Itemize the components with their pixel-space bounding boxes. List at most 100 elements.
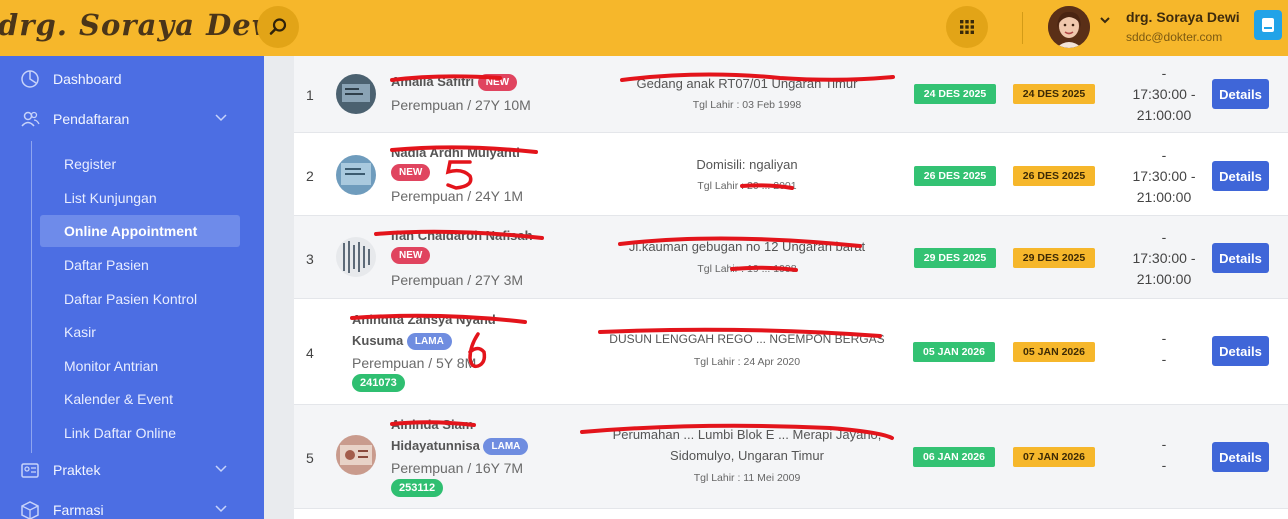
users-icon	[21, 111, 40, 127]
patient-address: Jl.kauman gebugan no 12 Ungaran barat	[628, 239, 866, 254]
apps-grid-icon	[960, 20, 974, 34]
sidebar-sub-monitor-antrian[interactable]: Monitor Antrian	[40, 350, 240, 382]
row-number: 1	[306, 87, 314, 103]
patient-birthdate: Tgl Lahir : 24 Apr 2020	[693, 356, 801, 368]
lama-badge: LAMA	[406, 333, 452, 351]
id-card-icon	[21, 463, 39, 478]
appointment-time: - 17:30:00 - 21:00:00	[1132, 147, 1196, 205]
sidebar-item-praktek[interactable]: Praktek	[0, 452, 264, 488]
row-number: 2	[306, 168, 314, 184]
sidebar-item-label: Farmasi	[53, 502, 104, 518]
patient-address-line2: Sidomulyo, Ungaran Timur	[670, 448, 824, 463]
booking-date-badge: 29 DES 2025	[914, 248, 996, 268]
details-button[interactable]: Details	[1212, 442, 1269, 472]
booking-date-badge: 24 DES 2025	[914, 84, 996, 104]
table-row: 2 Nadia Ardhi Mulyanti NEW Perempuan / 2…	[294, 133, 1288, 216]
medical-record-badge: 241073	[352, 374, 405, 392]
patient-gender-age: Perempuan / 27Y 10M	[391, 97, 531, 113]
patient-address: Gedang anak RT07/01 Ungaran Timur	[636, 76, 858, 91]
sidebar-item-pendaftaran[interactable]: Pendaftaran	[0, 101, 264, 137]
notebook-button[interactable]	[1254, 10, 1282, 40]
submenu-line	[31, 141, 32, 453]
table-row: 1 Amalia Safitri NEW Perempuan / 27Y 10M…	[294, 56, 1288, 133]
patient-address: Domisili: ngaliyan	[696, 157, 798, 172]
appointment-time: - 17:30:00 - 21:00:00	[1132, 65, 1196, 123]
box-icon	[21, 501, 39, 519]
sidebar-sub-kalender-event[interactable]: Kalender & Event	[40, 383, 240, 415]
appointment-date-badge: 29 DES 2025	[1013, 248, 1095, 268]
medical-record-badge: 253112	[391, 479, 444, 497]
sidebar-sub-kasir[interactable]: Kasir	[40, 316, 240, 348]
details-button[interactable]: Details	[1212, 243, 1269, 273]
chevron-down-icon	[215, 465, 227, 473]
brand-title[interactable]: drg. Soraya Dewi	[0, 8, 290, 42]
appointment-date-badge: 07 JAN 2026	[1013, 447, 1095, 467]
appointment-date-badge: 26 DES 2025	[1013, 166, 1095, 186]
search-button[interactable]	[257, 6, 299, 48]
row-number: 3	[306, 251, 314, 267]
row-number: 5	[306, 450, 314, 466]
details-button[interactable]: Details	[1212, 79, 1269, 109]
lama-badge: LAMA	[483, 438, 529, 456]
search-icon	[269, 18, 287, 35]
sidebar-sub-link-daftar-online[interactable]: Link Daftar Online	[40, 417, 240, 449]
avatar[interactable]	[1048, 6, 1090, 48]
booking-date-badge: 26 DES 2025	[914, 166, 996, 186]
appointment-time: - -	[1161, 436, 1167, 473]
chevron-down-icon[interactable]	[1100, 15, 1110, 25]
patient-gender-age: Perempuan / 16Y 7M	[391, 460, 524, 476]
sidebar-sub-daftar-pasien-kontrol[interactable]: Daftar Pasien Kontrol	[40, 283, 240, 315]
patient-name-line2[interactable]: Kusuma LAMA	[352, 333, 452, 351]
user-name[interactable]: drg. Soraya Dewi	[1126, 9, 1240, 25]
patient-birthdate: Tgl Lahir : 19 ... 1998	[697, 263, 797, 275]
booking-date-badge: 05 JAN 2026	[913, 342, 995, 362]
patient-name[interactable]: Aininda Siam	[391, 417, 473, 432]
patient-birthdate: Tgl Lahir : 11 Mei 2009	[693, 472, 801, 484]
patient-name[interactable]: Amalia Safitri NEW	[391, 74, 518, 92]
table-row: 5 Aininda Siam Hidayatunnisa LAMA Peremp…	[294, 405, 1288, 509]
table-row: 3 Ifah Chaldaroh Nafisah NEW Perempuan /…	[294, 216, 1288, 299]
details-button[interactable]: Details	[1212, 336, 1269, 366]
user-email: sddc@dokter.com	[1126, 30, 1223, 44]
sidebar-sub-online-appointment[interactable]: Online Appointment	[40, 215, 240, 247]
patient-name[interactable]: Ifah Chaldaroh Nafisah	[391, 228, 533, 243]
top-bar: drg. Soraya Dewi drg. Soraya Dewi sddc@d…	[0, 0, 1288, 56]
patient-photo[interactable]	[336, 237, 376, 277]
apps-button[interactable]	[946, 6, 988, 48]
sidebar-item-farmasi[interactable]: Farmasi	[0, 492, 264, 519]
patient-photo[interactable]	[336, 74, 376, 114]
row-number: 4	[306, 345, 314, 361]
appointment-time: - 17:30:00 - 21:00:00	[1132, 229, 1196, 287]
patient-address: DUSUN LENGGAH REGO ... NGEMPON BERGAS	[609, 332, 885, 346]
patient-address: Perumahan ... Lumbi Blok E ... Merapi Ja…	[612, 427, 882, 442]
sidebar-item-label: Pendaftaran	[53, 111, 130, 127]
sidebar-sub-list-kunjungan[interactable]: List Kunjungan	[40, 182, 240, 214]
patient-birthdate: Tgl Lahir : 03 Feb 1998	[692, 99, 802, 111]
chevron-down-icon	[215, 114, 227, 122]
chevron-down-icon	[215, 505, 227, 513]
patient-name[interactable]: Anindita Zahsya Nyand	[352, 312, 496, 327]
patient-gender-age: Perempuan / 27Y 3M	[391, 272, 524, 288]
new-badge: NEW	[391, 164, 431, 181]
patient-gender-age: Perempuan / 5Y 8M	[352, 355, 477, 371]
new-badge: NEW	[477, 74, 518, 92]
patient-photo[interactable]	[336, 435, 376, 475]
table-row: 4 Anindita Zahsya Nyand Kusuma LAMA Pere…	[294, 299, 1288, 405]
sidebar-item-label: Praktek	[53, 462, 101, 478]
sidebar-sub-register[interactable]: Register	[40, 148, 240, 180]
appointment-date-badge: 24 DES 2025	[1013, 84, 1095, 104]
appointment-date-badge: 05 JAN 2026	[1013, 342, 1095, 362]
new-badge: NEW	[391, 247, 431, 264]
patient-photo[interactable]	[336, 155, 376, 195]
sidebar-sub-daftar-pasien[interactable]: Daftar Pasien	[40, 249, 240, 281]
sidebar: Dashboard Pendaftaran Register List Kunj…	[0, 56, 264, 519]
sidebar-item-dashboard[interactable]: Dashboard	[0, 61, 264, 97]
header-divider	[1022, 12, 1023, 44]
patient-gender-age: Perempuan / 24Y 1M	[391, 188, 524, 204]
patient-name-line2[interactable]: Hidayatunnisa LAMA	[391, 438, 529, 456]
sidebar-item-label: Dashboard	[53, 71, 122, 87]
patient-name[interactable]: Nadia Ardhi Mulyanti	[391, 145, 520, 160]
details-button[interactable]: Details	[1212, 161, 1269, 191]
booking-date-badge: 06 JAN 2026	[913, 447, 995, 467]
patient-birthdate: Tgl Lahir : 20 ... 2001	[697, 180, 797, 192]
